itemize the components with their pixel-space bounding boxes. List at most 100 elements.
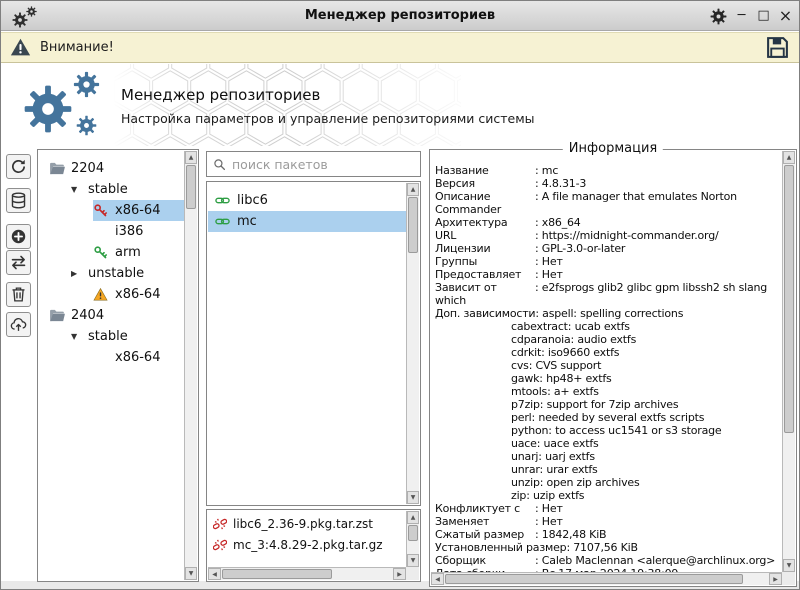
hexagon-fade — [113, 64, 461, 146]
refresh-button[interactable] — [6, 154, 31, 179]
scroll-down-arrow[interactable]: ▼ — [407, 554, 419, 567]
scroll-thumb[interactable] — [784, 165, 794, 433]
search-input[interactable] — [232, 157, 414, 172]
tree-item-label: x86-64 — [113, 287, 160, 302]
tree-item-2404[interactable]: 2404 — [39, 305, 184, 326]
scroll-thumb[interactable] — [445, 574, 743, 584]
tree-item-label: stable — [86, 329, 128, 344]
info-line: unzip: open zip archives — [435, 476, 781, 489]
search-icon — [213, 158, 226, 171]
scroll-thumb[interactable] — [222, 569, 332, 579]
info-horizontal-scrollbar[interactable]: ◀ ▶ — [431, 572, 782, 585]
tree-item-stable[interactable]: ▼stable — [39, 326, 184, 347]
info-line: perl: needed by several extfs scripts — [435, 411, 781, 424]
scroll-thumb[interactable] — [186, 165, 196, 209]
tree-indent — [39, 294, 93, 295]
package-item-libc6[interactable]: libc6 — [208, 190, 406, 211]
tree-item-stable[interactable]: ▼stable — [39, 179, 184, 200]
caret-down-icon[interactable]: ▼ — [71, 185, 86, 194]
scroll-thumb[interactable] — [408, 197, 418, 253]
upload-button[interactable] — [6, 312, 31, 337]
info-line: Заменяет: Нет — [435, 515, 781, 528]
info-line: unrar: urar extfs — [435, 463, 781, 476]
folder-icon — [49, 307, 66, 324]
file-label: mc_3:4.8.29-2.pkg.tar.gz — [233, 538, 383, 552]
title-bar[interactable]: Менеджер репозиториев ─ □ × — [1, 1, 799, 31]
tree-scrollbar[interactable]: ▲ ▼ — [184, 151, 197, 580]
info-line: Конфликтует с: Нет — [435, 502, 781, 515]
info-line: Версия: 4.8.31-3 — [435, 177, 781, 190]
tree-item-label: stable — [86, 182, 128, 197]
files-horizontal-scrollbar[interactable]: ◀ ▶ — [208, 567, 406, 580]
scroll-up-arrow[interactable]: ▲ — [783, 151, 795, 164]
file-item[interactable]: mc_3:4.8.29-2.pkg.tar.gz — [208, 534, 406, 555]
scroll-up-arrow[interactable]: ▲ — [407, 183, 419, 196]
settings-gear-icon[interactable] — [710, 8, 727, 25]
scroll-down-arrow[interactable]: ▼ — [783, 559, 795, 572]
caret-down-icon[interactable]: ▼ — [71, 332, 86, 341]
caret-right-icon[interactable]: ▶ — [71, 269, 86, 278]
tree-item-arm[interactable]: arm — [39, 242, 184, 263]
tree-item-i386[interactable]: i386 — [39, 221, 184, 242]
tree-item-x86-64[interactable]: x86-64 — [39, 200, 184, 221]
tree-indent — [39, 168, 49, 169]
scroll-down-arrow[interactable]: ▼ — [185, 567, 197, 580]
info-line: Зависит от: e2fsprogs glib2 glibc gpm li… — [435, 281, 781, 294]
scrollbar-corner — [782, 572, 795, 585]
scroll-up-arrow[interactable]: ▲ — [185, 151, 197, 164]
package-label: libc6 — [237, 193, 268, 208]
scroll-up-arrow[interactable]: ▲ — [407, 511, 419, 524]
tree-indent — [39, 357, 93, 358]
info-line: Сборщик: Caleb Maclennan <alerque@archli… — [435, 554, 781, 567]
delete-button[interactable] — [6, 282, 31, 307]
refresh-icon — [10, 158, 27, 175]
link-icon — [215, 214, 230, 229]
repo-tree-panel: 2204▼stablex86-64i386arm▶unstablex86-642… — [37, 149, 199, 582]
tree-indent — [39, 252, 93, 253]
info-line: p7zip: support for 7zip archives — [435, 398, 781, 411]
scroll-right-arrow[interactable]: ▶ — [769, 573, 782, 585]
tree-item-2204[interactable]: 2204 — [39, 158, 184, 179]
alert-bar: Внимание! — [1, 32, 799, 63]
package-list-panel: libc6 mc ▲ ▼ — [206, 181, 421, 506]
scroll-left-arrow[interactable]: ◀ — [431, 573, 444, 585]
tree-item-unstable[interactable]: ▶unstable — [39, 263, 184, 284]
app-gears-icon — [11, 4, 41, 30]
sync-button[interactable] — [6, 250, 31, 275]
header: Менеджер репозиториев Настройка параметр… — [1, 64, 799, 146]
info-line: Commander — [435, 203, 781, 216]
package-item-mc[interactable]: mc — [208, 211, 406, 232]
maximize-button[interactable]: □ — [756, 1, 771, 31]
trash-icon — [10, 286, 27, 303]
info-panel: Информация Название: mcВерсия: 4.8.31-3О… — [429, 149, 797, 587]
link-broken-icon — [213, 517, 227, 531]
close-button[interactable]: × — [778, 1, 793, 31]
tree-indent — [39, 231, 93, 232]
cloud-upload-icon — [10, 316, 27, 333]
scroll-left-arrow[interactable]: ◀ — [208, 568, 221, 580]
scroll-right-arrow[interactable]: ▶ — [393, 568, 406, 580]
files-vertical-scrollbar[interactable]: ▲ ▼ — [406, 511, 419, 567]
tree-item-label: 2204 — [69, 161, 104, 176]
scrollbar-corner — [406, 567, 419, 580]
add-button[interactable] — [6, 224, 31, 249]
file-item[interactable]: libc6_2.36-9.pkg.tar.zst — [208, 513, 406, 534]
info-line: gawk: hp48+ extfs — [435, 372, 781, 385]
tree-item-x86-64[interactable]: x86-64 — [39, 284, 184, 305]
minimize-button[interactable]: ─ — [734, 1, 749, 31]
page-subtitle: Настройка параметров и управление репози… — [121, 111, 535, 126]
scroll-thumb[interactable] — [408, 525, 418, 541]
search-box[interactable] — [206, 151, 421, 177]
database-button[interactable] — [6, 188, 31, 213]
key-green-icon — [93, 245, 108, 260]
info-line: Доп. зависимости: aspell: spelling corre… — [435, 307, 781, 320]
tree-item-label: arm — [113, 245, 141, 260]
info-line: Название: mc — [435, 164, 781, 177]
package-scrollbar[interactable]: ▲ ▼ — [406, 183, 419, 504]
tree-item-x86-64[interactable]: x86-64 — [39, 347, 184, 368]
save-button[interactable] — [765, 35, 790, 60]
scroll-down-arrow[interactable]: ▼ — [407, 491, 419, 504]
tree-item-label: i386 — [113, 224, 143, 239]
package-label: mc — [237, 214, 257, 229]
info-vertical-scrollbar[interactable]: ▲ ▼ — [782, 151, 795, 572]
